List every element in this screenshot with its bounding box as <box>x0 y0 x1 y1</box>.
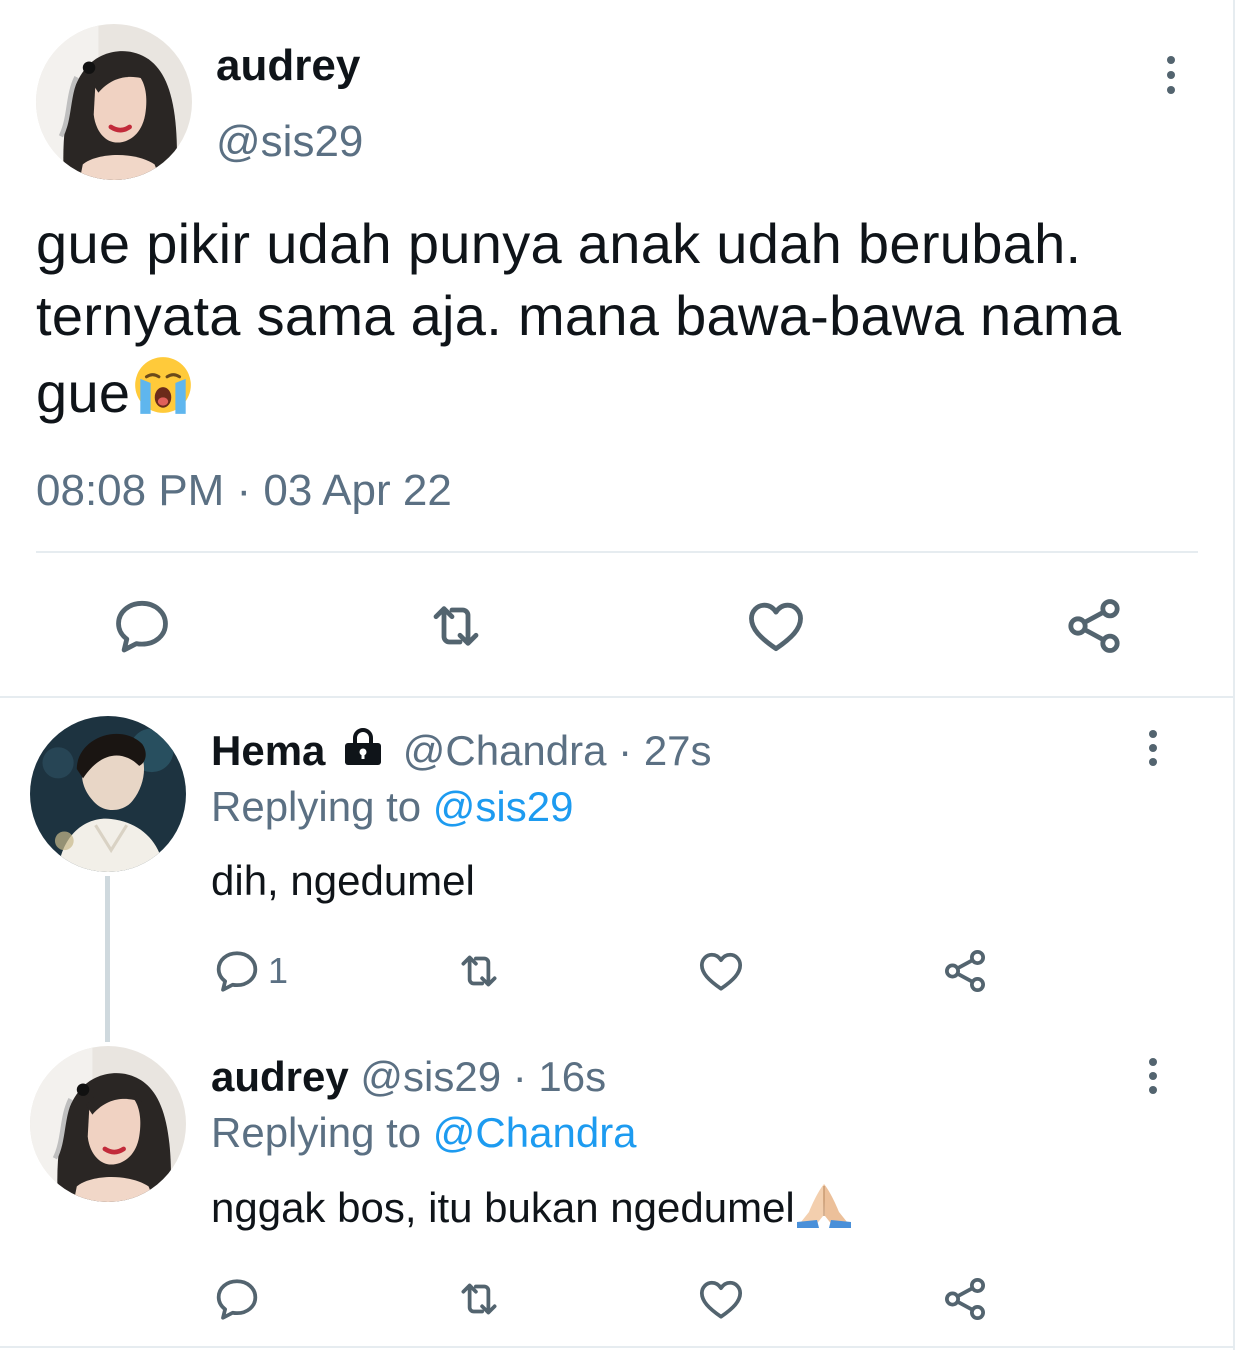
tweet-text-body: gue pikir udah punya anak udah berubah. … <box>36 212 1122 424</box>
retweet-icon[interactable] <box>454 1274 504 1324</box>
author-avatar[interactable] <box>36 24 192 180</box>
reply-header: Hema @Chandra · 27s <box>211 726 712 778</box>
retweet-icon[interactable] <box>454 946 504 996</box>
replying-to-label: Replying to <box>211 783 422 830</box>
loudly-crying-face-icon <box>130 352 196 435</box>
reply-handle[interactable]: @Chandra <box>403 727 607 774</box>
retweet-icon[interactable] <box>424 594 488 658</box>
like-icon[interactable] <box>696 1274 746 1324</box>
replying-to-handle[interactable]: @sis29 <box>433 783 574 830</box>
reply-icon[interactable]: 1 <box>212 946 288 996</box>
reply-display-name[interactable]: Hema <box>211 727 325 774</box>
like-icon[interactable] <box>696 946 746 996</box>
reply-text: nggak bos, itu bukan ngedumel <box>211 1182 853 1239</box>
section-divider <box>0 696 1235 698</box>
reply-time[interactable]: · 16s <box>513 1053 606 1100</box>
more-vertical-icon[interactable] <box>1166 56 1176 94</box>
author-handle[interactable]: @sis29 <box>216 116 363 168</box>
like-icon[interactable] <box>744 594 808 658</box>
replying-to-line: Replying to @Chandra <box>211 1108 637 1158</box>
reply-display-name[interactable]: audrey <box>211 1053 349 1100</box>
bottom-divider <box>0 1346 1235 1348</box>
reply-avatar-hema[interactable] <box>30 716 186 872</box>
reply-text: dih, ngedumel <box>211 857 475 904</box>
share-icon[interactable] <box>940 946 990 996</box>
more-vertical-icon[interactable] <box>1148 730 1158 766</box>
tweet-timestamp[interactable]: 08:08 PM · 03 Apr 22 <box>36 464 452 518</box>
lock-icon <box>341 727 385 778</box>
reply-handle[interactable]: @sis29 <box>360 1053 501 1100</box>
more-vertical-icon[interactable] <box>1148 1058 1158 1094</box>
reply-icon[interactable] <box>212 1274 268 1324</box>
folded-hands-icon <box>795 1182 853 1239</box>
replying-to-label: Replying to <box>211 1109 422 1156</box>
reply-avatar-audrey[interactable] <box>30 1046 186 1202</box>
replying-to-handle[interactable]: @Chandra <box>433 1109 637 1156</box>
reply-time[interactable]: · 27s <box>618 727 711 774</box>
reply-icon[interactable] <box>110 594 174 658</box>
reply-count: 1 <box>268 950 289 991</box>
author-display-name[interactable]: audrey <box>216 40 360 92</box>
share-icon[interactable] <box>940 1274 990 1324</box>
divider <box>36 551 1198 553</box>
reply-text-body: nggak bos, itu bukan ngedumel <box>211 1184 795 1231</box>
reply-header: audrey @sis29 · 16s <box>211 1052 606 1102</box>
replying-to-line: Replying to @sis29 <box>211 782 573 832</box>
tweet-text: gue pikir udah punya anak udah berubah. … <box>36 208 1196 435</box>
share-icon[interactable] <box>1062 594 1126 658</box>
thread-line <box>105 876 110 1042</box>
